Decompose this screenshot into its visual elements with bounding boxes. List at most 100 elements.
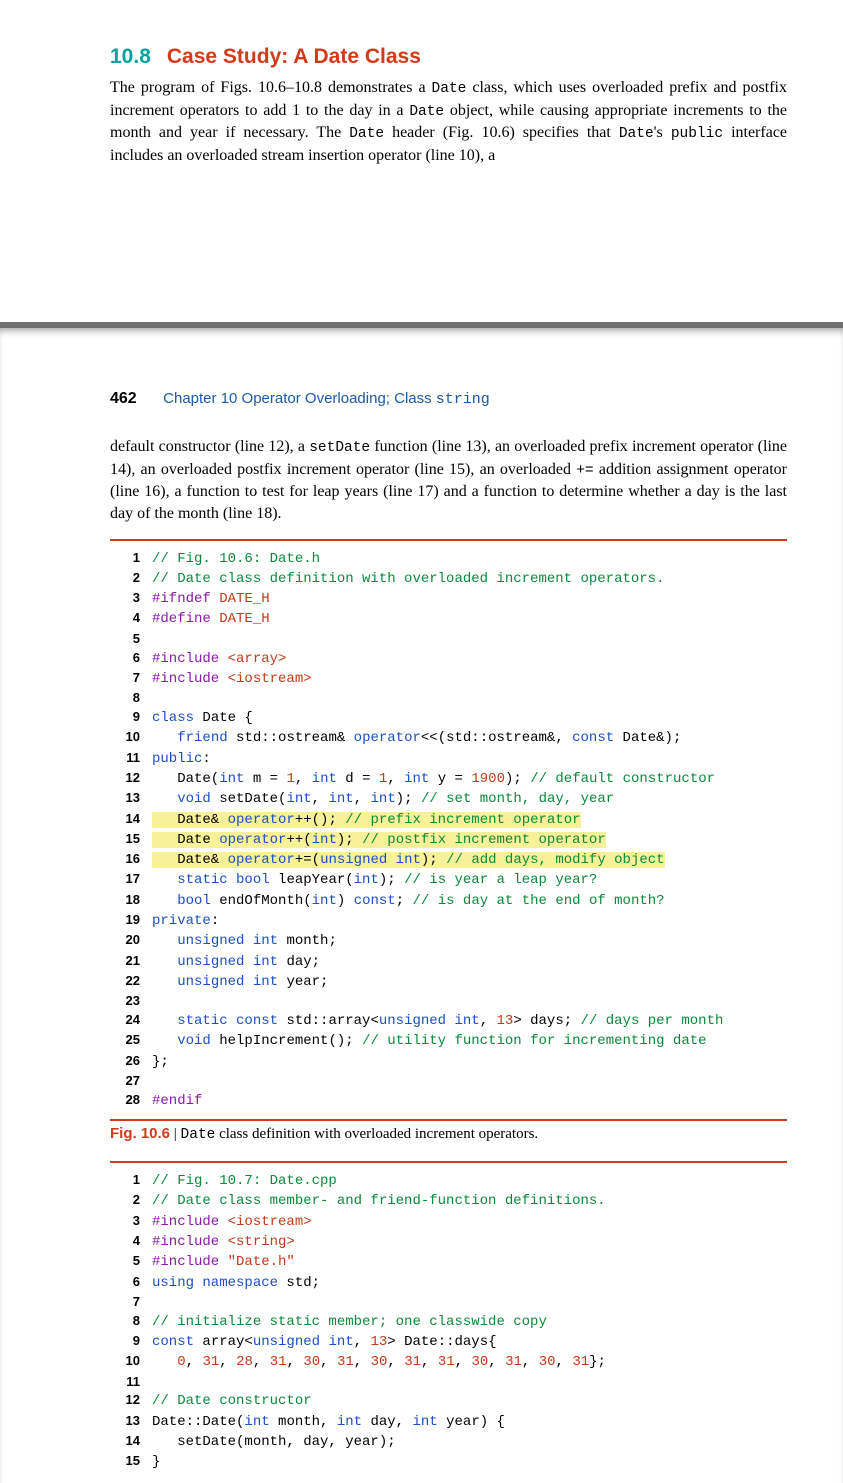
code-content: friend std::ostream& operator<<(std::ost…	[152, 728, 681, 748]
code-inline: public	[671, 126, 723, 142]
code-content: bool endOfMonth(int) const; // is day at…	[152, 891, 665, 911]
line-number: 13	[110, 789, 152, 809]
code-line: 10 friend std::ostream& operator<<(std::…	[110, 728, 787, 748]
line-number: 9	[110, 708, 152, 728]
code-content: #include <string>	[152, 1232, 295, 1252]
running-header: 462 Chapter 10 Operator Overloading; Cla…	[110, 390, 787, 408]
code-content: static const std::array<unsigned int, 13…	[152, 1011, 723, 1031]
line-number: 8	[110, 689, 152, 708]
code-content: // initialize static member; one classwi…	[152, 1312, 547, 1332]
code-line: 10 0, 31, 28, 31, 30, 31, 30, 31, 31, 30…	[110, 1352, 787, 1372]
code-content: #ifndef DATE_H	[152, 589, 270, 609]
code-line: 22 unsigned int year;	[110, 972, 787, 992]
code-line: 4#include <string>	[110, 1232, 787, 1252]
line-number: 2	[110, 1191, 152, 1211]
line-number: 25	[110, 1031, 152, 1051]
code-content: #include <iostream>	[152, 1212, 312, 1232]
continuation-paragraph: default constructor (line 12), a setDate…	[110, 436, 787, 524]
line-number: 1	[110, 549, 152, 569]
code-content: // Fig. 10.6: Date.h	[152, 549, 320, 569]
page-462: 462 Chapter 10 Operator Overloading; Cla…	[0, 322, 843, 1482]
line-number: 7	[110, 669, 152, 689]
code-content: // Date constructor	[152, 1391, 312, 1411]
line-number: 6	[110, 1273, 152, 1293]
code-content: // Date class definition with overloaded…	[152, 569, 664, 589]
code-line: 1// Fig. 10.6: Date.h	[110, 549, 787, 569]
code-line: 13 void setDate(int, int, int); // set m…	[110, 789, 787, 809]
line-number: 6	[110, 649, 152, 669]
code-content: Date::Date(int month, int day, int year)…	[152, 1412, 505, 1432]
code-line: 15}	[110, 1452, 787, 1472]
code-line: 12// Date constructor	[110, 1391, 787, 1411]
intro-paragraph: The program of Figs. 10.6–10.8 demonstra…	[110, 77, 787, 166]
code-content: unsigned int day;	[152, 952, 320, 972]
code-content: #define DATE_H	[152, 609, 270, 629]
line-number: 4	[110, 609, 152, 629]
line-number: 15	[110, 830, 152, 850]
code-line: 3#ifndef DATE_H	[110, 589, 787, 609]
code-line: 17 static bool leapYear(int); // is year…	[110, 870, 787, 890]
line-number: 14	[110, 1432, 152, 1452]
code-content: 0, 31, 28, 31, 30, 31, 30, 31, 31, 30, 3…	[152, 1352, 606, 1372]
code-line: 5#include "Date.h"	[110, 1252, 787, 1272]
page-number: 462	[110, 390, 137, 407]
line-number: 5	[110, 630, 152, 649]
code-inline: Date	[432, 81, 467, 97]
line-number: 12	[110, 1391, 152, 1411]
code-line: 9class Date {	[110, 708, 787, 728]
line-number: 7	[110, 1293, 152, 1312]
code-line: 15 Date operator++(int); // postfix incr…	[110, 830, 787, 850]
page-bottom-gap	[110, 172, 787, 312]
code-line: 1// Fig. 10.7: Date.cpp	[110, 1171, 787, 1191]
code-listing-10-6: 1// Fig. 10.6: Date.h2// Date class defi…	[110, 539, 787, 1122]
code-content: Date operator++(int); // postfix increme…	[152, 830, 606, 850]
code-line: 5	[110, 630, 787, 649]
code-line: 7#include <iostream>	[110, 669, 787, 689]
code-content: Date& operator+=(unsigned int); // add d…	[152, 850, 665, 870]
code-line: 20 unsigned int month;	[110, 931, 787, 951]
code-content: using namespace std;	[152, 1273, 320, 1293]
page-top-fragment: 10.8 Case Study: A Date Class The progra…	[0, 0, 843, 322]
code-line: 3#include <iostream>	[110, 1212, 787, 1232]
line-number: 4	[110, 1232, 152, 1252]
code-line: 27	[110, 1072, 787, 1091]
code-inline: string	[436, 391, 490, 408]
text-run: class definition with overloaded increme…	[215, 1126, 538, 1142]
code-line: 9const array<unsigned int, 13> Date::day…	[110, 1332, 787, 1352]
code-content: };	[152, 1052, 169, 1072]
text-run: header (Fig. 10.6) specifies that	[384, 124, 619, 141]
code-content: Date(int m = 1, int d = 1, int y = 1900)…	[152, 769, 715, 789]
line-number: 15	[110, 1452, 152, 1472]
line-number: 19	[110, 911, 152, 931]
line-number: 26	[110, 1052, 152, 1072]
line-number: 16	[110, 850, 152, 870]
line-number: 12	[110, 769, 152, 789]
code-line: 23	[110, 992, 787, 1011]
code-line: 8// initialize static member; one classw…	[110, 1312, 787, 1332]
code-line: 6using namespace std;	[110, 1273, 787, 1293]
code-line: 24 static const std::array<unsigned int,…	[110, 1011, 787, 1031]
text-run: default constructor (line 12), a	[110, 438, 309, 455]
highlighted-code: Date& operator++(); // prefix increment …	[152, 812, 581, 828]
code-content: // Fig. 10.7: Date.cpp	[152, 1171, 337, 1191]
line-number: 13	[110, 1412, 152, 1432]
code-content: Date& operator++(); // prefix increment …	[152, 810, 581, 830]
code-inline: Date	[409, 104, 444, 120]
line-number: 11	[110, 749, 152, 769]
text-run: The program of Figs. 10.6–10.8 demonstra…	[110, 79, 432, 96]
code-content: #include "Date.h"	[152, 1252, 295, 1272]
code-content: static bool leapYear(int); // is year a …	[152, 870, 597, 890]
line-number: 27	[110, 1072, 152, 1091]
code-content: unsigned int year;	[152, 972, 328, 992]
code-line: 14 Date& operator++(); // prefix increme…	[110, 810, 787, 830]
code-content: setDate(month, day, year);	[152, 1432, 396, 1452]
code-content: const array<unsigned int, 13> Date::days…	[152, 1332, 497, 1352]
code-content: void helpIncrement(); // utility functio…	[152, 1031, 707, 1051]
code-content: private:	[152, 911, 219, 931]
code-line: 7	[110, 1293, 787, 1312]
code-line: 25 void helpIncrement(); // utility func…	[110, 1031, 787, 1051]
code-line: 18 bool endOfMonth(int) const; // is day…	[110, 891, 787, 911]
section-heading: 10.8 Case Study: A Date Class	[110, 34, 787, 71]
text-run: |	[170, 1126, 181, 1142]
code-line: 26};	[110, 1052, 787, 1072]
